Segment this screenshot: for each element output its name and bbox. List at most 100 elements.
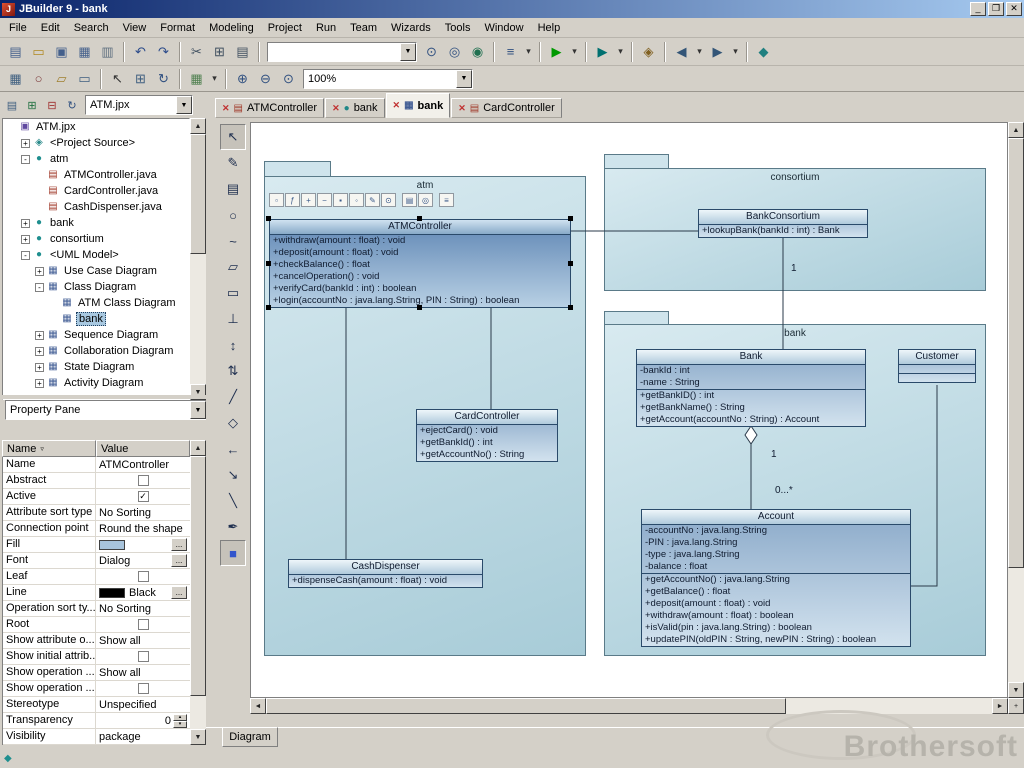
add-to-project-icon[interactable]: ⊞ xyxy=(22,94,42,116)
project-selector[interactable]: ATM.jpx▼ xyxy=(85,95,193,115)
tree-item-atm[interactable]: -●atm xyxy=(3,151,189,167)
property-value[interactable]: No Sorting xyxy=(96,601,190,616)
association-tool[interactable]: ← xyxy=(220,436,246,462)
layout-diagram-icon[interactable]: ⊞ xyxy=(129,68,152,90)
new-interface-icon[interactable]: ○ xyxy=(27,68,50,90)
expand-icon[interactable]: + xyxy=(35,267,44,276)
menu-team[interactable]: Team xyxy=(343,20,384,36)
line-tool[interactable]: ╱ xyxy=(220,384,246,410)
run-icon[interactable]: ▶ xyxy=(545,41,568,63)
menu-format[interactable]: Format xyxy=(153,20,202,36)
class-cashdispenser[interactable]: CashDispenser+dispenseCash(amount : floa… xyxy=(288,559,483,588)
expand-icon[interactable]: + xyxy=(21,139,30,148)
menu-modeling[interactable]: Modeling xyxy=(202,20,261,36)
class-customer[interactable]: Customer xyxy=(898,349,976,383)
selection-handle[interactable] xyxy=(568,216,573,221)
move-tool[interactable]: ↘ xyxy=(220,462,246,488)
class-atmcontroller[interactable]: ATMController+withdraw(amount : float) :… xyxy=(269,219,571,308)
collapse-icon[interactable]: - xyxy=(35,283,44,292)
anchor-tool[interactable]: ⊥ xyxy=(220,306,246,332)
back-dropdown-icon[interactable]: ▾ xyxy=(693,41,706,63)
checkbox-icon[interactable] xyxy=(138,619,149,630)
maximize-button[interactable]: ❐ xyxy=(988,2,1004,16)
tree-item-cardcontroller-java[interactable]: ▤CardController.java xyxy=(3,183,189,199)
tree-item-bank[interactable]: +●bank xyxy=(3,215,189,231)
make-project-icon[interactable]: ≡ xyxy=(499,41,522,63)
close-tab-icon[interactable]: ✕ xyxy=(332,103,340,114)
tree-item-activity-diagram[interactable]: +▦Activity Diagram xyxy=(3,375,189,391)
add-attribute-icon[interactable]: ▫ xyxy=(269,193,284,207)
diagram-canvas[interactable]: atmconsortiumbank110...*ATMController+wi… xyxy=(250,122,1008,698)
pen-tool[interactable]: ✒ xyxy=(220,514,246,540)
editor-tab-atmcontroller-0[interactable]: ✕▤ATMController xyxy=(215,98,324,118)
refresh-project-icon[interactable]: ↻ xyxy=(62,94,82,116)
property-value[interactable]: 0▴▾ xyxy=(96,713,190,728)
expand-icon[interactable]: + xyxy=(35,363,44,372)
scroll-up-icon[interactable]: ▲ xyxy=(190,118,206,134)
close-tab-icon[interactable]: ✕ xyxy=(222,103,230,114)
selection-handle[interactable] xyxy=(568,261,573,266)
print-icon[interactable]: ▥ xyxy=(96,41,119,63)
selection-handle[interactable] xyxy=(568,305,573,310)
property-value[interactable] xyxy=(96,681,190,696)
add-constructor-icon[interactable]: + xyxy=(301,193,316,207)
chevron-down-icon[interactable]: ▼ xyxy=(400,43,416,61)
align-tool[interactable]: ⇅ xyxy=(220,358,246,384)
property-value[interactable] xyxy=(96,569,190,584)
scroll-down-icon[interactable]: ▼ xyxy=(1008,682,1024,698)
tree-item-cashdispenser-java[interactable]: ▤CashDispenser.java xyxy=(3,199,189,215)
editor-tab-bank-2[interactable]: ✕▦bank xyxy=(386,93,451,118)
minimize-button[interactable]: _ xyxy=(970,2,986,16)
edit-icon[interactable]: ✎ xyxy=(365,193,380,207)
zoom-in-icon[interactable]: ⊕ xyxy=(231,68,254,90)
property-scrollbar[interactable]: ▲ ▼ xyxy=(190,440,206,745)
panel-splitter-horizontal[interactable] xyxy=(0,395,206,399)
tree-item-consortium[interactable]: +●consortium xyxy=(3,231,189,247)
tree-item-atm-class-diagram[interactable]: ▦ATM Class Diagram xyxy=(3,295,189,311)
debug-icon[interactable]: ▶ xyxy=(591,41,614,63)
selection-handle[interactable] xyxy=(417,305,422,310)
search-icon[interactable]: ⊙ xyxy=(420,41,443,63)
select-mode-icon[interactable]: ↖ xyxy=(106,68,129,90)
menu-window[interactable]: Window xyxy=(477,20,530,36)
menu-tools[interactable]: Tools xyxy=(438,20,478,36)
property-value[interactable]: Show all xyxy=(96,633,190,648)
delete-member-icon[interactable]: − xyxy=(317,193,332,207)
checkbox-icon[interactable] xyxy=(138,571,149,582)
make-dropdown-icon[interactable]: ▾ xyxy=(522,41,535,63)
checkbox-icon[interactable] xyxy=(138,475,149,486)
debug-dropdown-icon[interactable]: ▾ xyxy=(614,41,627,63)
scroll-right-icon[interactable]: ► xyxy=(992,698,1008,714)
aggregation-tool[interactable]: ◇ xyxy=(220,410,246,436)
class-bankconsortium[interactable]: BankConsortium+lookupBank(bankId : int) … xyxy=(698,209,868,238)
redo-icon[interactable]: ↷ xyxy=(152,41,175,63)
layout-icon[interactable]: ≡ xyxy=(439,193,454,207)
expand-icon[interactable]: + xyxy=(35,347,44,356)
new-class-icon[interactable]: ▦ xyxy=(4,68,27,90)
column-header-name[interactable]: Name ▿ xyxy=(2,440,96,457)
optimize-icon[interactable]: ◈ xyxy=(637,41,660,63)
diagram-hscrollbar-thumb[interactable] xyxy=(266,698,786,714)
tree-item-project-source[interactable]: +◈<Project Source> xyxy=(3,135,189,151)
tree-item-sequence-diagram[interactable]: +▦Sequence Diagram xyxy=(3,327,189,343)
checkbox-checked-icon[interactable]: ✓ xyxy=(138,491,149,502)
ellipsis-button[interactable]: ... xyxy=(171,586,187,599)
property-value[interactable]: Show all xyxy=(96,665,190,680)
add-operation-icon[interactable]: ƒ xyxy=(285,193,300,207)
forward-dropdown-icon[interactable]: ▾ xyxy=(729,41,742,63)
tree-item-use-case-diagram[interactable]: +▦Use Case Diagram xyxy=(3,263,189,279)
property-value[interactable] xyxy=(96,617,190,632)
tree-item-state-diagram[interactable]: +▦State Diagram xyxy=(3,359,189,375)
project-tree[interactable]: ▣ATM.jpx+◈<Project Source>-●atm▤ATMContr… xyxy=(2,118,190,400)
pencil-tool[interactable]: ✎ xyxy=(220,150,246,176)
menu-file[interactable]: File xyxy=(2,20,34,36)
close-tab-icon[interactable]: ✕ xyxy=(393,100,401,111)
paste-icon[interactable]: ▤ xyxy=(231,41,254,63)
value-spinner[interactable]: ▴▾ xyxy=(173,714,187,728)
select-tool[interactable]: ↖ xyxy=(220,124,246,150)
property-table[interactable]: NameATMControllerAbstractActive✓Attribut… xyxy=(2,457,190,745)
run-dropdown-icon[interactable]: ▾ xyxy=(568,41,581,63)
save-icon[interactable]: ▣ xyxy=(50,41,73,63)
grid-icon[interactable]: ▦ xyxy=(185,68,208,90)
find-classes-icon[interactable]: ◉ xyxy=(466,41,489,63)
